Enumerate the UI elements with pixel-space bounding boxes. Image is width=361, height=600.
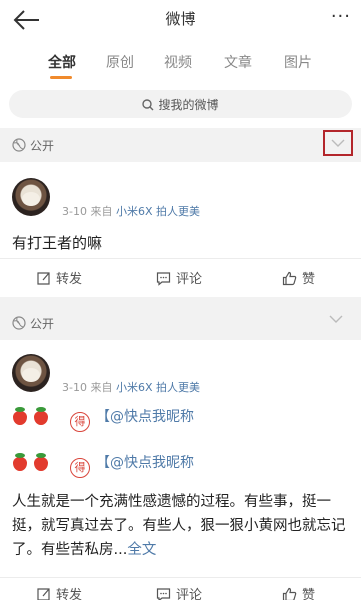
repost-icon xyxy=(37,588,50,600)
post-card: 3-10 来自 小米6X 拍人更美 有打王者的嘛 转发 评论 赞 xyxy=(0,162,361,297)
post-meta: 3-10 来自 小米6X 拍人更美 xyxy=(62,203,200,219)
page-title: 微博 xyxy=(165,10,196,28)
tab-original[interactable]: 原创 xyxy=(106,52,134,72)
post-card: 3-10 来自 小米6X 拍人更美 得【@快点我昵称 得【@快点我昵称 人生就是… xyxy=(0,340,361,600)
comment-icon xyxy=(156,272,171,286)
emoji-mention-line: 得【@快点我昵称 xyxy=(12,406,194,432)
chevron-down-icon[interactable] xyxy=(323,308,353,334)
active-tab-indicator xyxy=(50,76,72,79)
post-visibility-header: 公开 xyxy=(0,306,361,340)
divider xyxy=(0,258,361,259)
chevron-down-icon[interactable] xyxy=(323,130,353,156)
post-meta: 3-10 来自 小米6X 拍人更美 xyxy=(62,379,200,395)
repost-button[interactable]: 转发 xyxy=(36,584,82,600)
repost-button[interactable]: 转发 xyxy=(36,268,82,287)
source-prefix: 来自 xyxy=(90,205,113,218)
post-actions: 转发 评论 赞 xyxy=(0,578,361,600)
search-input[interactable]: 搜我的微博 xyxy=(9,90,352,118)
tab-bar: 全部 原创 视频 文章 图片 xyxy=(0,40,361,82)
mention-link[interactable]: 【@快点我昵称 xyxy=(96,455,194,471)
strawberry-icon xyxy=(12,407,28,425)
post-date: 3-10 xyxy=(62,205,87,218)
search-placeholder: 搜我的微博 xyxy=(158,98,219,112)
globe-icon xyxy=(12,316,26,330)
like-button[interactable]: 赞 xyxy=(282,268,315,287)
search-icon xyxy=(142,99,154,111)
post-visibility-header: 公开 xyxy=(0,128,361,162)
top-bar: 微博 ··· xyxy=(0,0,361,40)
comment-icon xyxy=(156,588,171,600)
avatar[interactable] xyxy=(12,354,50,392)
de-badge-icon: 得 xyxy=(70,412,90,432)
tab-article[interactable]: 文章 xyxy=(224,52,252,72)
post-date: 3-10 xyxy=(62,381,87,394)
avatar[interactable] xyxy=(12,178,50,216)
strawberry-icon xyxy=(12,453,28,471)
post-source[interactable]: 小米6X 拍人更美 xyxy=(116,205,200,218)
emoji-mention-line: 得【@快点我昵称 xyxy=(12,452,194,478)
comment-button[interactable]: 评论 xyxy=(156,584,202,600)
globe-icon xyxy=(12,138,26,152)
comment-button[interactable]: 评论 xyxy=(156,268,202,287)
thumbs-up-icon xyxy=(282,587,297,600)
strawberry-icon xyxy=(33,453,49,471)
like-button[interactable]: 赞 xyxy=(282,584,315,600)
thumbs-up-icon xyxy=(282,271,297,286)
post-text: 人生就是一个充满性感遗憾的过程。有些事，挺一挺，就写真过去了。有些人，狠一狠小黄… xyxy=(12,494,346,558)
post-actions: 转发 评论 赞 xyxy=(0,262,361,292)
visibility-label: 公开 xyxy=(30,317,55,331)
source-prefix: 来自 xyxy=(90,381,113,394)
search-area: 搜我的微博 xyxy=(0,82,361,128)
read-full-link[interactable]: 全文 xyxy=(127,542,156,558)
repost-icon xyxy=(37,272,50,285)
visibility-label: 公开 xyxy=(30,139,55,153)
post-text: 有打王者的嘛 xyxy=(12,234,103,252)
more-menu-icon[interactable]: ··· xyxy=(331,6,351,27)
tab-images[interactable]: 图片 xyxy=(284,52,312,72)
de-badge-icon: 得 xyxy=(70,458,90,478)
tab-video[interactable]: 视频 xyxy=(164,52,192,72)
mention-link[interactable]: 【@快点我昵称 xyxy=(96,409,194,425)
post-source[interactable]: 小米6X 拍人更美 xyxy=(116,381,200,394)
tab-all[interactable]: 全部 xyxy=(48,52,76,72)
strawberry-icon xyxy=(33,407,49,425)
